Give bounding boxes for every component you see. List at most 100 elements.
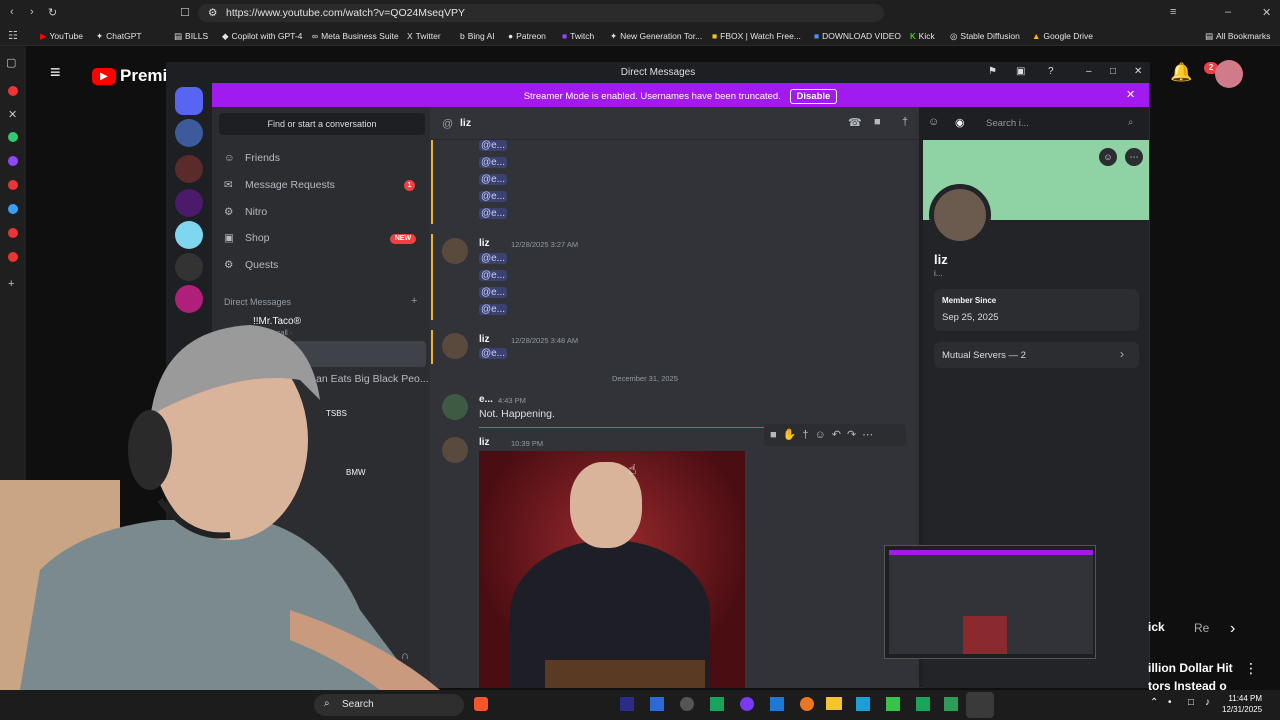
sidebar-add-icon[interactable]: + [8, 278, 14, 290]
app-icon[interactable] [944, 697, 958, 711]
sidebar-toggle-icon[interactable]: ▢ [6, 56, 16, 69]
bookmark-newgen[interactable]: ✦ New Generation Tor... [610, 31, 702, 42]
forward-icon[interactable]: › [30, 6, 34, 18]
mention[interactable]: @e... [479, 140, 508, 151]
minimize-icon[interactable]: – [1225, 6, 1231, 18]
bookmark-stable-diffusion[interactable]: ◎ Stable Diffusion [950, 31, 1020, 42]
nav-quests[interactable]: ⚙ Quests [224, 259, 278, 271]
mention[interactable]: @e... [479, 348, 508, 359]
menu-icon[interactable]: ≡ [1170, 6, 1176, 18]
nav-nitro[interactable]: ⚙ Nitro [224, 206, 267, 218]
pin-icon[interactable]: † [902, 116, 908, 128]
emoji-icon[interactable]: ☺ [814, 429, 831, 441]
video-title[interactable]: illion Dollar Hit [1148, 661, 1233, 675]
add-dm-icon[interactable]: + [411, 295, 417, 307]
add-friend-icon[interactable]: ☺ [928, 116, 939, 128]
premiere-icon[interactable] [620, 697, 634, 711]
sidebar-app-icon[interactable] [8, 204, 18, 214]
bookmark-youtube[interactable]: ▶ YouTube [40, 31, 83, 42]
bookmark-patreon[interactable]: ● Patreon [508, 31, 546, 41]
sidebar-app-icon[interactable] [8, 180, 18, 190]
disable-button[interactable]: Disable [789, 89, 838, 104]
screen-icon[interactable]: ▣ [1016, 66, 1025, 77]
bookmark-download[interactable]: ■ DOWNLOAD VIDEO [814, 31, 901, 41]
taskbar-clock[interactable]: 11:44 PM 12/31/2025 [1222, 693, 1262, 715]
mention[interactable]: @e... [479, 191, 508, 202]
close-window-icon[interactable]: ✕ [1262, 6, 1271, 19]
app-icon[interactable] [740, 697, 754, 711]
hamburger-icon[interactable]: ≡ [50, 62, 61, 83]
mention[interactable]: @e... [479, 304, 508, 315]
app-icon[interactable] [770, 697, 784, 711]
brave-icon[interactable] [474, 697, 488, 711]
bookmark-kick[interactable]: K Kick [910, 31, 935, 41]
mic-icon[interactable]: • [1168, 697, 1172, 708]
obs-icon[interactable] [680, 697, 694, 711]
close-icon[interactable]: ✕ [1134, 66, 1142, 77]
site-info-icon[interactable]: ⚙ [208, 7, 217, 19]
maximize-icon[interactable]: □ [1110, 66, 1116, 77]
avatar[interactable] [442, 394, 468, 420]
mention[interactable]: @e... [479, 208, 508, 219]
message-author[interactable]: e... [479, 394, 493, 405]
sidebar-app-icon[interactable] [8, 252, 18, 262]
search-input[interactable]: Search i... ⌕ [980, 114, 1142, 134]
apps-grid-icon[interactable]: ☷ [8, 29, 18, 42]
message-author[interactable]: liz [479, 437, 490, 448]
tray-chevron-icon[interactable]: ⌃ [1150, 697, 1158, 708]
thumbs-icon[interactable]: ✋ [783, 429, 803, 441]
reply-icon[interactable]: ↶ [832, 429, 847, 441]
inbox-icon[interactable]: ⚑ [988, 66, 997, 77]
call-icon[interactable]: ☎ [848, 116, 862, 129]
help-icon[interactable]: ? [1048, 66, 1054, 77]
bookmark-bills[interactable]: ▤ BILLS [174, 31, 208, 42]
sidebar-youtube-icon[interactable] [8, 86, 18, 96]
message-author[interactable]: liz [479, 238, 490, 249]
screen-share-preview[interactable] [884, 545, 1096, 659]
bookmark-meta[interactable]: ∞ Meta Business Suite [312, 31, 399, 41]
photoshop-icon[interactable] [650, 697, 664, 711]
youtube-chip[interactable]: Re [1194, 621, 1209, 635]
bookmark-fbox[interactable]: ■ FBOX | Watch Free... [712, 31, 801, 41]
more-icon[interactable]: ⋯ [862, 429, 879, 441]
bookmark-all[interactable]: ▤ All Bookmarks [1205, 31, 1270, 42]
file-explorer-icon[interactable] [826, 697, 842, 710]
minimize-icon[interactable]: – [1086, 66, 1092, 77]
message-author[interactable]: liz [479, 334, 490, 345]
close-banner-icon[interactable]: ✕ [1126, 88, 1135, 101]
taskbar-search[interactable]: ⌕ Search [314, 694, 464, 716]
mutual-servers-card[interactable]: Mutual Servers — 2 › [934, 342, 1139, 368]
sidebar-app-icon[interactable] [8, 228, 18, 238]
app-icon[interactable] [710, 697, 724, 711]
server-icon[interactable] [175, 189, 203, 217]
sidebar-app-icon[interactable] [8, 132, 18, 142]
app-icon[interactable] [886, 697, 900, 711]
server-icon[interactable] [175, 253, 203, 281]
mention[interactable]: @e... [479, 287, 508, 298]
sidebar-twitch-icon[interactable] [8, 156, 18, 166]
mention[interactable]: @e... [479, 174, 508, 185]
back-icon[interactable]: ‹ [10, 6, 14, 18]
bookmark-bing[interactable]: b Bing AI [460, 31, 495, 41]
mention[interactable]: @e... [479, 157, 508, 168]
app-icon[interactable] [856, 697, 870, 711]
discord-home-icon[interactable] [175, 87, 203, 115]
nav-message-requests[interactable]: ✉ Message Requests [224, 179, 335, 191]
forward-icon[interactable]: ↷ [847, 429, 862, 441]
bookmark-twitter[interactable]: X Twitter [407, 31, 441, 41]
profile-avatar[interactable] [929, 184, 991, 246]
more-icon[interactable]: ⋯ [1125, 148, 1143, 166]
bookmark-google-drive[interactable]: ▲ Google Drive [1032, 31, 1093, 41]
more-vert-icon[interactable]: ⋮ [1244, 660, 1258, 677]
app-icon[interactable] [916, 697, 930, 711]
youtube-logo[interactable]: ▶ Premiu [92, 66, 178, 86]
avatar[interactable] [1215, 60, 1243, 88]
bookmark-twitch[interactable]: ■ Twitch [562, 31, 594, 41]
add-friend-icon[interactable]: ☺ [1099, 148, 1117, 166]
server-icon[interactable] [175, 155, 203, 183]
user-profile-icon[interactable]: ◉ [955, 116, 965, 129]
cross-icon[interactable]: † [802, 429, 814, 441]
bookmark-icon[interactable]: ☐ [180, 6, 190, 19]
mention[interactable]: @e... [479, 253, 508, 264]
message-actions-toolbar[interactable]: ■✋†☺↶↷⋯ [764, 424, 906, 446]
